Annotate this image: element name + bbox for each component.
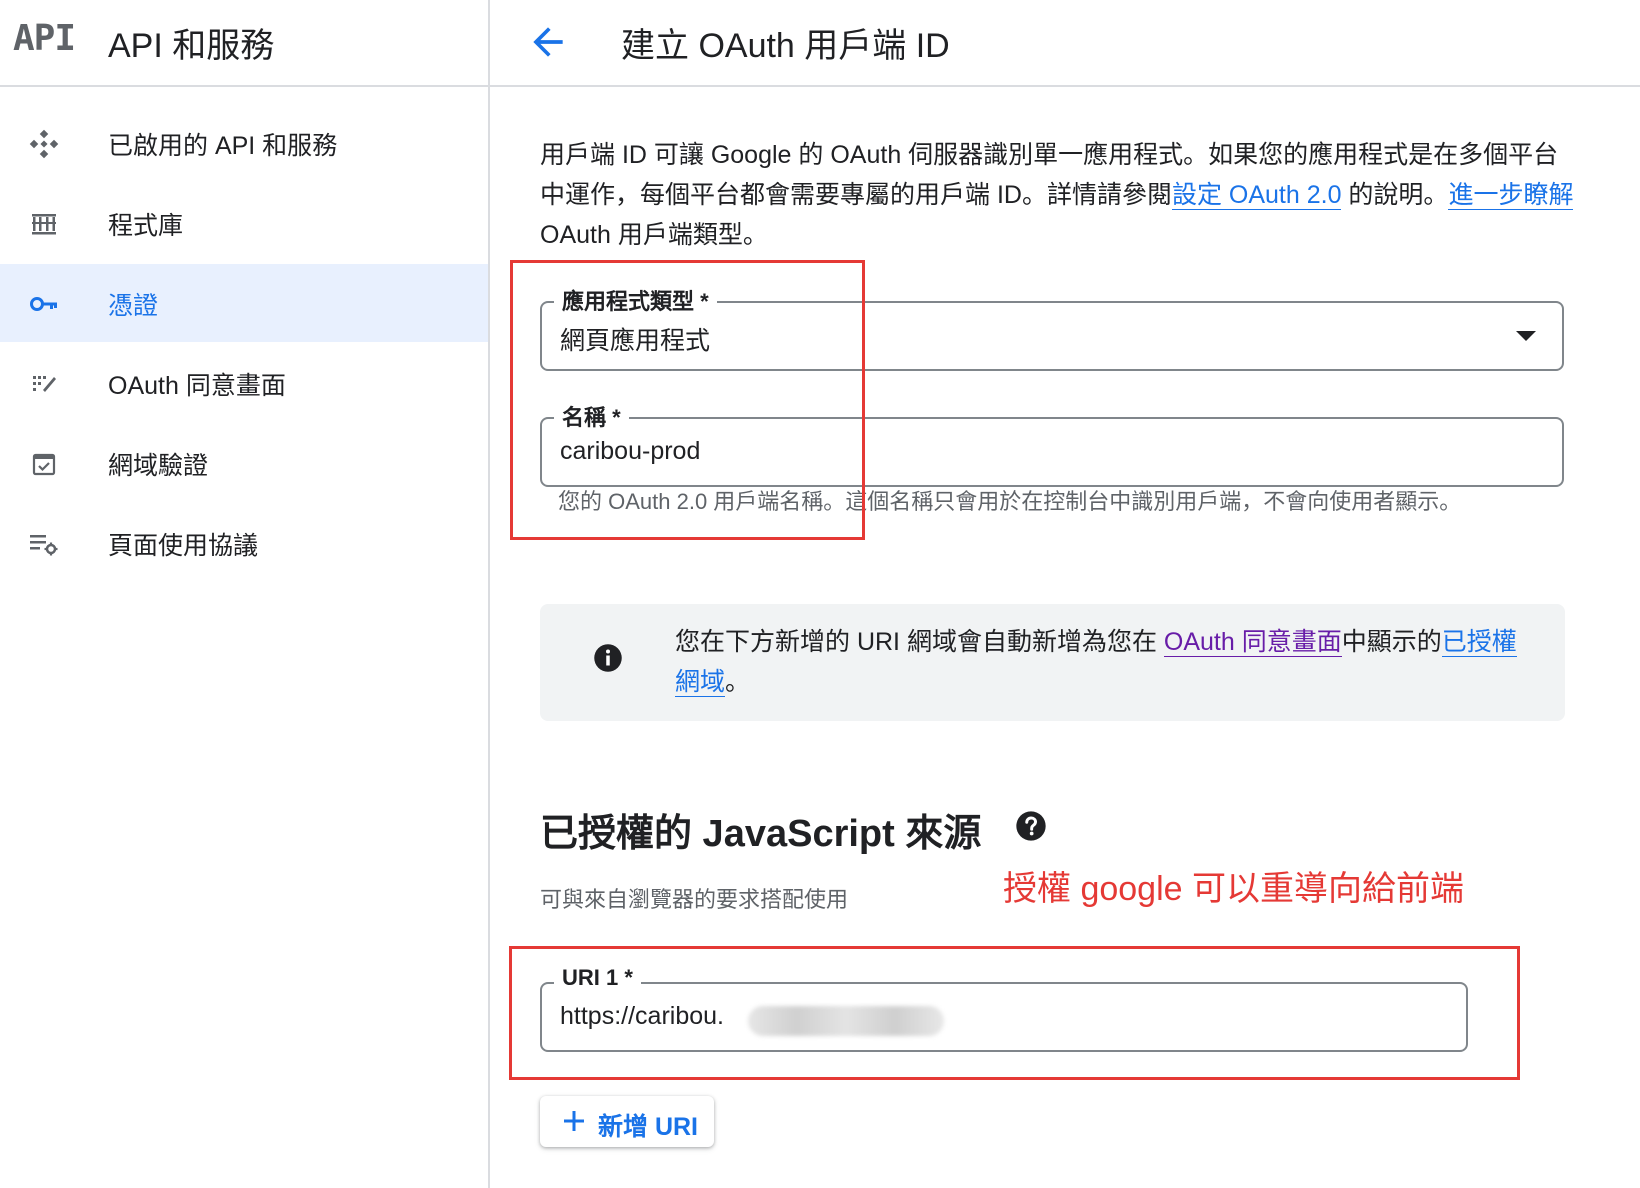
page-usage-icon xyxy=(30,535,58,556)
arrow-back-icon xyxy=(533,27,563,57)
sidebar: 已啟用的 API 和服務 程式庫 憑證 OAuth 同意畫面 網域驗證 頁面使用… xyxy=(0,87,490,1188)
product-header: API API 和服務 xyxy=(0,0,490,87)
api-logo[interactable]: API xyxy=(13,18,76,59)
annotation-box-client-type xyxy=(510,260,865,540)
info-banner: 您在下方新增的 URI 網域會自動新增為您在 OAuth 同意畫面中顯示的已授權… xyxy=(540,604,1565,721)
key-icon xyxy=(30,297,57,311)
annotation-note: 授權 google 可以重導向給前端 xyxy=(1003,870,1464,908)
info-text-part: 您在下方新增的 URI 網域會自動新增為您在 xyxy=(675,628,1164,656)
consent-screen-icon xyxy=(33,376,56,392)
oauth-setup-link[interactable]: 設定 OAuth 2.0 xyxy=(1171,181,1342,210)
js-origins-title: 已授權的 JavaScript 來源 xyxy=(540,813,982,855)
js-origins-subtitle: 可與來自瀏覽器的要求搭配使用 xyxy=(540,887,849,912)
annotation-box-uri xyxy=(509,946,1520,1080)
add-uri-label: 新增 URI xyxy=(598,1113,699,1141)
dropdown-arrow-icon[interactable] xyxy=(1516,331,1536,341)
library-icon xyxy=(32,214,56,235)
sidebar-item-label: 憑證 xyxy=(108,292,159,320)
info-icon xyxy=(594,644,622,672)
help-icon[interactable] xyxy=(1015,810,1047,842)
sidebar-item-label: 頁面使用協議 xyxy=(108,532,259,560)
info-text: 您在下方新增的 URI 網域會自動新增為您在 OAuth 同意畫面中顯示的已授權… xyxy=(675,622,1535,702)
intro-text-part: 的說明。 xyxy=(1341,181,1449,209)
sidebar-item-library[interactable]: 程式庫 xyxy=(0,184,488,262)
add-uri-button[interactable]: 新增 URI xyxy=(540,1096,714,1147)
sidebar-item-domain-verification[interactable]: 網域驗證 xyxy=(0,424,488,502)
domain-verification-icon xyxy=(32,453,56,476)
plus-icon xyxy=(564,1111,584,1131)
enabled-apis-icon xyxy=(29,129,59,159)
info-text-part: 。 xyxy=(725,668,751,696)
sidebar-item-credentials[interactable]: 憑證 xyxy=(0,264,488,342)
learn-more-link[interactable]: 進一步瞭解 xyxy=(1448,181,1574,210)
main-content: 用戶端 ID 可讓 Google 的 OAuth 伺服器識別單一應用程式。如果您… xyxy=(490,89,1640,1188)
sidebar-item-page-usage[interactable]: 頁面使用協議 xyxy=(0,504,488,582)
page-title: 建立 OAuth 用戶端 ID xyxy=(621,27,950,65)
sidebar-item-oauth-consent[interactable]: OAuth 同意畫面 xyxy=(0,344,488,422)
sidebar-item-enabled-apis[interactable]: 已啟用的 API 和服務 xyxy=(0,104,488,182)
sidebar-item-label: 已啟用的 API 和服務 xyxy=(108,132,338,160)
product-title: API 和服務 xyxy=(108,27,275,65)
intro-text-part: OAuth 用戶端類型。 xyxy=(540,221,768,249)
intro-text: 用戶端 ID 可讓 Google 的 OAuth 伺服器識別單一應用程式。如果您… xyxy=(540,135,1580,255)
sidebar-item-label: OAuth 同意畫面 xyxy=(108,372,286,400)
page-header: 建立 OAuth 用戶端 ID xyxy=(490,0,1640,87)
sidebar-item-label: 網域驗證 xyxy=(108,452,209,480)
info-text-part: 中顯示的 xyxy=(1341,628,1442,656)
oauth-consent-link[interactable]: OAuth 同意畫面 xyxy=(1163,628,1342,657)
sidebar-item-label: 程式庫 xyxy=(108,212,184,240)
back-button[interactable] xyxy=(526,20,570,64)
